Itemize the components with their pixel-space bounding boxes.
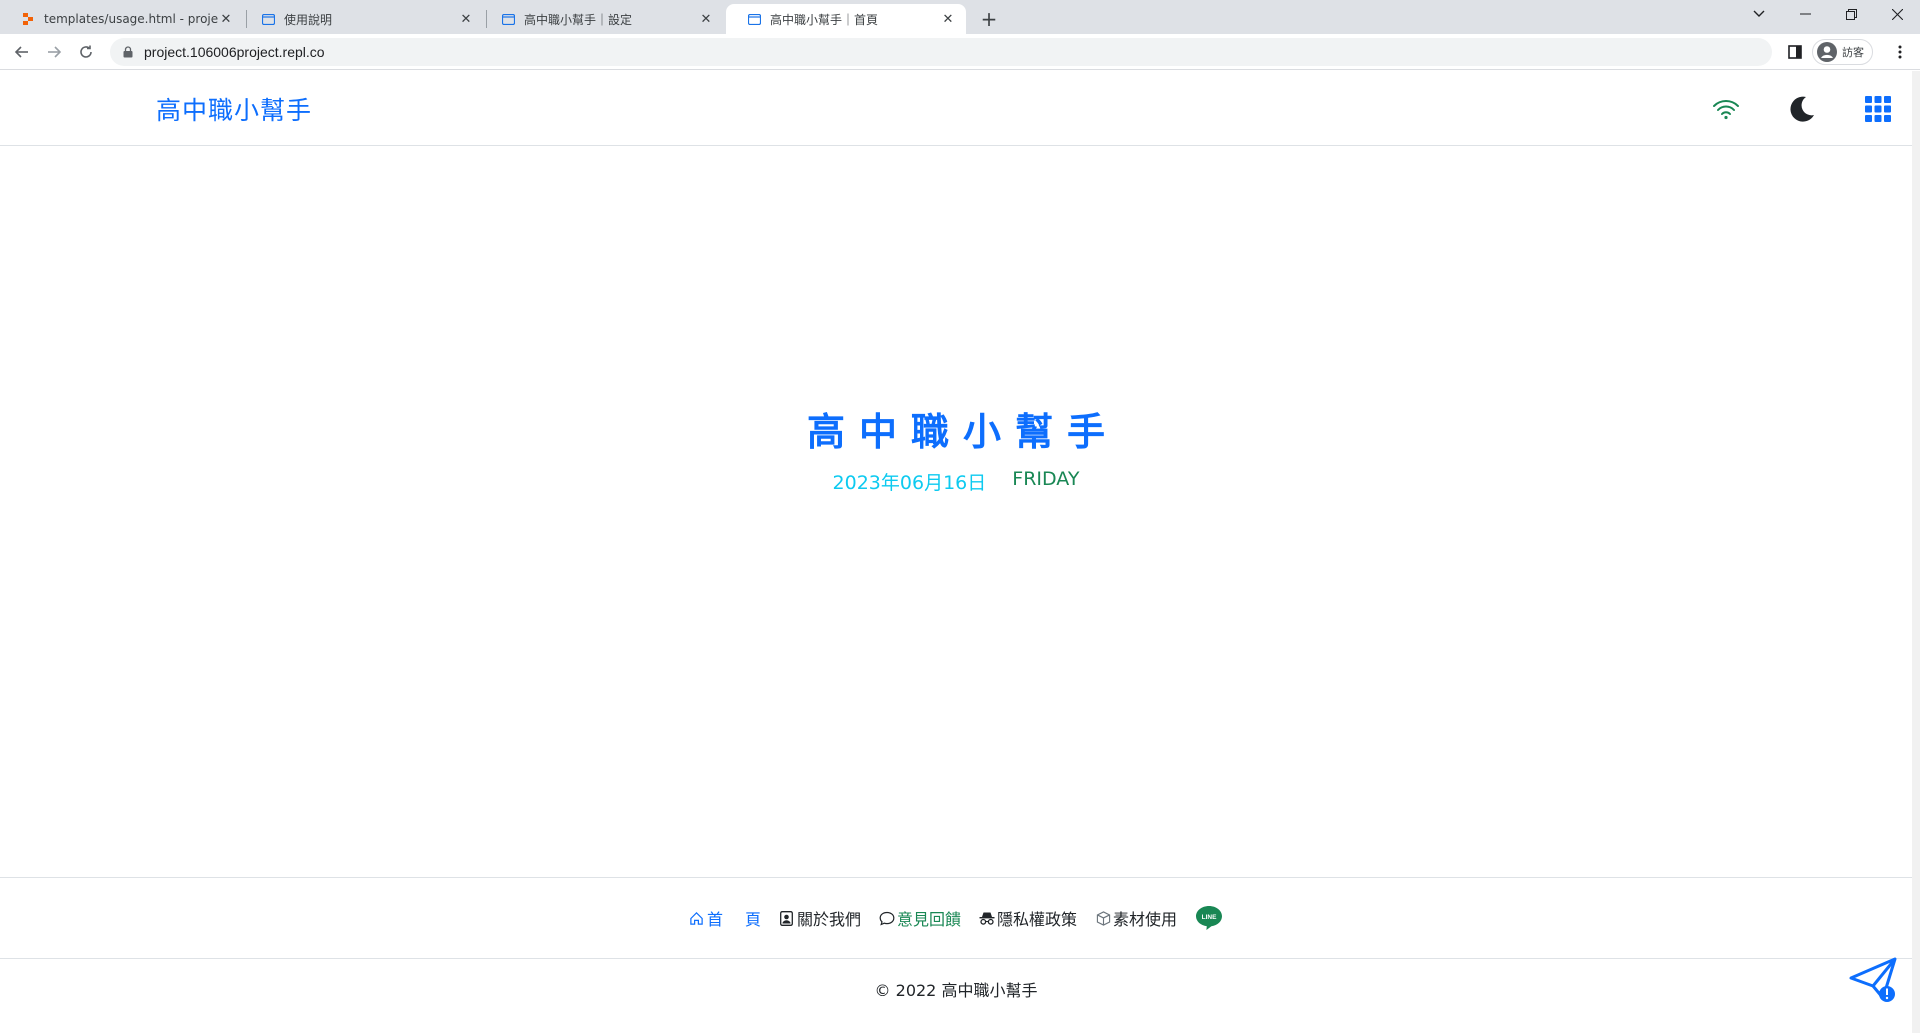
copyright-text: © 2022 高中職小幫手 [874, 981, 1038, 1000]
footer-link-feedback[interactable]: 意見回饋 [879, 906, 961, 930]
forward-arrow-icon[interactable] [42, 40, 66, 64]
profile-label: 訪客 [1842, 46, 1864, 59]
moon-icon[interactable] [1784, 91, 1820, 127]
close-icon[interactable]: ✕ [940, 11, 956, 27]
url-text: project.106006project.repl.co [144, 44, 325, 60]
tab-usage[interactable]: 使用說明 ✕ [240, 4, 484, 34]
close-icon[interactable]: ✕ [698, 11, 714, 27]
tab-settings[interactable]: 高中職小幫手｜設定 ✕ [480, 4, 724, 34]
page-icon [260, 11, 276, 27]
incognito-icon [979, 910, 995, 926]
chat-bubble-icon [879, 910, 895, 926]
reload-icon[interactable] [74, 40, 98, 64]
brand-title[interactable]: 高中職小幫手 [156, 91, 312, 127]
browser-tabstrip: templates/usage.html - project ✕ 使用說明 ✕ … [0, 0, 1920, 34]
footer-link-assets-label: 素材使用 [1113, 910, 1178, 929]
back-arrow-icon[interactable] [10, 40, 34, 64]
house-icon [689, 910, 705, 926]
site-header: 高中職小幫手 [0, 71, 1912, 146]
current-weekday: FRIDAY [1012, 468, 1080, 490]
new-tab-plus-icon[interactable]: + [976, 6, 1002, 32]
line-icon[interactable]: LINE [1195, 905, 1223, 931]
tab-search-chevron-icon[interactable] [1736, 0, 1782, 28]
page-icon [500, 11, 516, 27]
tab-title: 高中職小幫手｜設定 [524, 12, 633, 27]
footer-link-home-label-b: 頁 [744, 910, 761, 929]
person-badge-icon [779, 910, 795, 926]
footer-link-feedback-label: 意見回饋 [897, 910, 962, 929]
send-feedback-icon[interactable] [1848, 955, 1900, 1007]
minimize-icon[interactable] [1782, 0, 1828, 28]
footer-link-privacy[interactable]: 隱私權政策 [979, 906, 1077, 930]
grid-menu-icon[interactable] [1860, 91, 1896, 127]
footer-link-home[interactable]: 首 頁 [689, 906, 761, 930]
page-icon [746, 11, 762, 27]
hero-section: 高中職小幫手 2023年06月16日 FRIDAY [0, 401, 1912, 495]
footer-link-home-label-a: 首 [706, 910, 723, 929]
tab-templates-usage[interactable]: templates/usage.html - project ✕ [0, 4, 244, 34]
page-scrollbar[interactable] [1912, 71, 1920, 1033]
footer-nav: 首 頁 關於我們 意見回饋 隱私權政策 素材使用 LINE [0, 877, 1912, 959]
lock-icon[interactable] [120, 44, 136, 60]
window-close-icon[interactable] [1874, 0, 1920, 28]
kebab-menu-icon[interactable] [1890, 42, 1910, 62]
side-panel-icon[interactable] [1785, 42, 1805, 62]
current-date: 2023年06月16日 [832, 472, 987, 494]
avatar-icon [1817, 42, 1837, 62]
tab-title: 使用說明 [284, 12, 333, 27]
footer-link-about[interactable]: 關於我們 [779, 906, 861, 930]
browser-toolbar: project.106006project.repl.co 訪客 [0, 34, 1920, 70]
tab-title: templates/usage.html - project [44, 12, 218, 26]
tab-home[interactable]: 高中職小幫手｜首頁 ✕ [726, 4, 966, 34]
box-icon [1095, 910, 1111, 926]
footer-link-privacy-label: 隱私權政策 [997, 910, 1078, 929]
footer-link-about-label: 關於我們 [796, 910, 861, 929]
hero-date-row: 2023年06月16日 FRIDAY [0, 468, 1912, 495]
line-icon-text: LINE [1202, 914, 1217, 921]
tab-title: 高中職小幫手｜首頁 [770, 12, 879, 27]
profile-button[interactable]: 訪客 [1812, 39, 1873, 65]
footer-link-assets[interactable]: 素材使用 [1095, 906, 1177, 930]
address-bar[interactable]: project.106006project.repl.co [110, 38, 1772, 66]
hero-title: 高中職小幫手 [806, 410, 1119, 454]
close-icon[interactable]: ✕ [458, 11, 474, 27]
replit-logo-icon [20, 11, 36, 27]
restore-icon[interactable] [1828, 0, 1874, 28]
close-icon[interactable]: ✕ [218, 11, 234, 27]
wifi-icon[interactable] [1708, 91, 1744, 127]
page-content: 高中職小幫手 高中職小幫手 2023年06月16日 FRIDAY 首 頁 關於我… [0, 71, 1912, 1033]
